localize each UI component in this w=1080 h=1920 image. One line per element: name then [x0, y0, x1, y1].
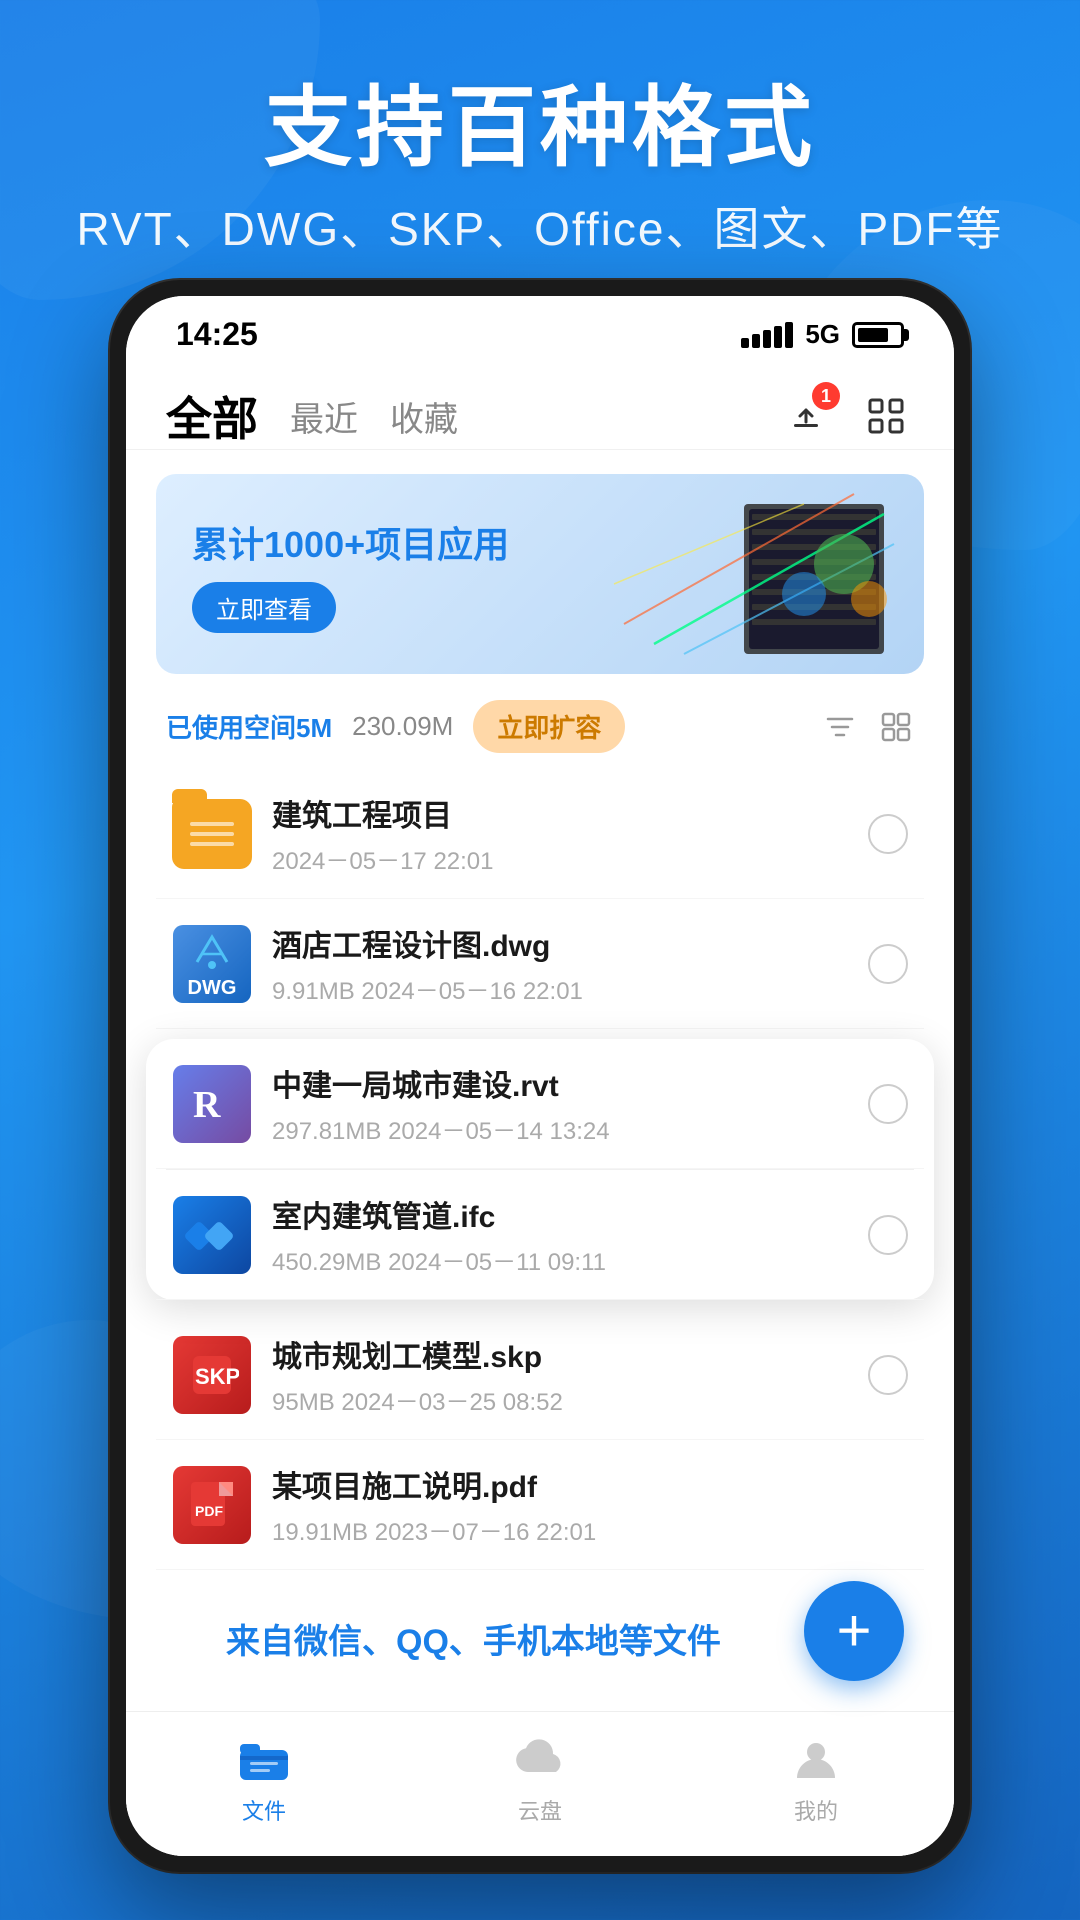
file-info-pdf: 某项目施工说明.pdf 19.91MB 2023－07－16 22:01: [272, 1462, 908, 1547]
hero-title: 支持百种格式: [0, 80, 1080, 177]
phone-mockup: 14:25 5G: [110, 280, 970, 1872]
file-checkbox[interactable]: [868, 814, 908, 854]
fab-plus-icon: +: [836, 1601, 871, 1661]
file-list-lower: SKP 城市规划工模型.skp 95MB 2024－03－25 08:52: [126, 1310, 954, 1570]
pdf-icon-wrap: PDF: [172, 1465, 252, 1545]
file-meta-ifc: 450.29MB 2024－05－11 09:11: [272, 1242, 848, 1277]
file-info-ifc: 室内建筑管道.ifc 450.29MB 2024－05－11 09:11: [272, 1192, 848, 1277]
status-bar: 14:25 5G: [126, 296, 954, 363]
banner-title: 累计1000+项目应用: [192, 516, 509, 568]
rvt-icon-wrap: R: [172, 1064, 252, 1144]
network-type: 5G: [805, 319, 840, 350]
file-checkbox-ifc[interactable]: [868, 1215, 908, 1255]
phone-outer: 14:25 5G: [110, 280, 970, 1872]
ifc-icon: [173, 1196, 251, 1274]
file-info-rvt: 中建一局城市建设.rvt 297.81MB 2024－05－14 13:24: [272, 1061, 848, 1146]
status-icons: 5G: [741, 319, 904, 350]
building-illustration: [604, 484, 904, 664]
sort-icon[interactable]: [822, 709, 858, 745]
tab-recent[interactable]: 最近: [290, 392, 358, 441]
dwg-icon: DWG: [173, 925, 251, 1003]
banner-image: [604, 484, 904, 664]
svg-text:R: R: [193, 1084, 221, 1126]
expand-storage-button[interactable]: 立即扩容: [473, 700, 625, 753]
pdf-icon: PDF: [173, 1466, 251, 1544]
file-meta-dwg: 9.91MB 2024－05－16 22:01: [272, 971, 848, 1006]
phone-inner: 14:25 5G: [126, 296, 954, 1856]
nav-item-cloud[interactable]: 云盘: [510, 1732, 570, 1826]
nav-label-cloud: 云盘: [518, 1794, 562, 1826]
file-checkbox-skp[interactable]: [868, 1355, 908, 1395]
banner-text: 累计1000+项目应用 立即查看: [156, 486, 545, 663]
battery-fill: [858, 328, 888, 342]
banner-button[interactable]: 立即查看: [192, 582, 336, 633]
nav-item-files[interactable]: 文件: [234, 1732, 294, 1826]
tab-favorites[interactable]: 收藏: [390, 392, 458, 441]
bottom-nav: 文件 云盘: [126, 1711, 954, 1856]
upload-button[interactable]: 1: [778, 388, 834, 444]
signal-icon: [741, 322, 793, 348]
file-name-rvt: 中建一局城市建设.rvt: [272, 1061, 848, 1105]
app-content: 全部 最近 收藏 1: [126, 363, 954, 1856]
rvt-icon: R: [173, 1065, 251, 1143]
skp-icon: SKP: [173, 1336, 251, 1414]
status-time: 14:25: [176, 316, 258, 353]
file-meta-skp: 95MB 2024－03－25 08:52: [272, 1382, 848, 1417]
storage-used: 已使用空间5M: [166, 708, 332, 745]
file-item-pdf[interactable]: PDF 某项目施工说明.pdf 19.91MB 2023－07－16 22:01: [156, 1440, 924, 1570]
nav-actions: 1: [778, 388, 914, 444]
file-name-skp: 城市规划工模型.skp: [272, 1332, 848, 1376]
dwg-icon-wrap: DWG: [172, 924, 252, 1004]
sort-icons: [822, 709, 914, 745]
nav-label-files: 文件: [242, 1794, 286, 1826]
popup-card: R 中建一局城市建设.rvt 297.81MB 2024－05－14 13:24: [146, 1039, 934, 1300]
file-checkbox-dwg[interactable]: [868, 944, 908, 984]
battery-icon: [852, 322, 904, 348]
ifc-icon-wrap: [172, 1195, 252, 1275]
file-item-skp[interactable]: SKP 城市规划工模型.skp 95MB 2024－03－25 08:52: [156, 1310, 924, 1440]
file-meta: 2024－05－17 22:01: [272, 841, 848, 876]
svg-text:PDF: PDF: [195, 1503, 223, 1519]
folder-icon: [172, 799, 252, 869]
scan-icon: [864, 394, 908, 438]
storage-total: 230.09M: [352, 711, 453, 742]
file-name-ifc: 室内建筑管道.ifc: [272, 1192, 848, 1236]
file-meta-rvt: 297.81MB 2024－05－14 13:24: [272, 1111, 848, 1146]
nav-tabs: 全部 最近 收藏 1: [126, 363, 954, 450]
svg-text:SKP: SKP: [195, 1364, 239, 1389]
nav-label-mine: 我的: [794, 1794, 838, 1826]
storage-info: 已使用空间5M 230.09M 立即扩容: [126, 690, 954, 769]
fab-button[interactable]: +: [804, 1581, 904, 1681]
fab-area: 来自微信、QQ、手机本地等文件 +: [126, 1570, 954, 1711]
files-icon: [234, 1732, 294, 1786]
file-item-folder[interactable]: 建筑工程项目 2024－05－17 22:01: [156, 769, 924, 899]
grid-icon[interactable]: [878, 709, 914, 745]
folder-icon-wrap: [172, 794, 252, 874]
hero-section: 支持百种格式 RVT、DWG、SKP、Office、图文、PDF等: [0, 0, 1080, 299]
file-info: 建筑工程项目 2024－05－17 22:01: [272, 791, 848, 876]
skp-icon-wrap: SKP: [172, 1335, 252, 1415]
file-info-dwg: 酒店工程设计图.dwg 9.91MB 2024－05－16 22:01: [272, 921, 848, 1006]
dwg-label: DWG: [188, 977, 237, 1000]
file-item-ifc[interactable]: 室内建筑管道.ifc 450.29MB 2024－05－11 09:11: [156, 1170, 924, 1300]
file-item-dwg[interactable]: DWG 酒店工程设计图.dwg 9.91MB 2024－05－16 22:01: [156, 899, 924, 1029]
file-meta-pdf: 19.91MB 2023－07－16 22:01: [272, 1512, 908, 1547]
notification-badge: 1: [812, 382, 840, 410]
file-name-pdf: 某项目施工说明.pdf: [272, 1462, 908, 1506]
tab-all[interactable]: 全部: [166, 383, 258, 449]
file-info-skp: 城市规划工模型.skp 95MB 2024－03－25 08:52: [272, 1332, 848, 1417]
bottom-hint-text: 来自微信、QQ、手机本地等文件: [226, 1623, 721, 1661]
file-list: 建筑工程项目 2024－05－17 22:01: [126, 769, 954, 1029]
file-item-rvt[interactable]: R 中建一局城市建设.rvt 297.81MB 2024－05－14 13:24: [156, 1039, 924, 1169]
file-checkbox-rvt[interactable]: [868, 1084, 908, 1124]
scan-button[interactable]: [858, 388, 914, 444]
promo-banner[interactable]: 累计1000+项目应用 立即查看: [156, 474, 924, 674]
file-name-dwg: 酒店工程设计图.dwg: [272, 921, 848, 965]
hero-subtitle: RVT、DWG、SKP、Office、图文、PDF等: [0, 193, 1080, 259]
bottom-hint-card: 来自微信、QQ、手机本地等文件: [186, 1586, 894, 1691]
profile-icon: [786, 1732, 846, 1786]
nav-item-mine[interactable]: 我的: [786, 1732, 846, 1826]
cloud-icon: [510, 1732, 570, 1786]
file-name: 建筑工程项目: [272, 791, 848, 835]
